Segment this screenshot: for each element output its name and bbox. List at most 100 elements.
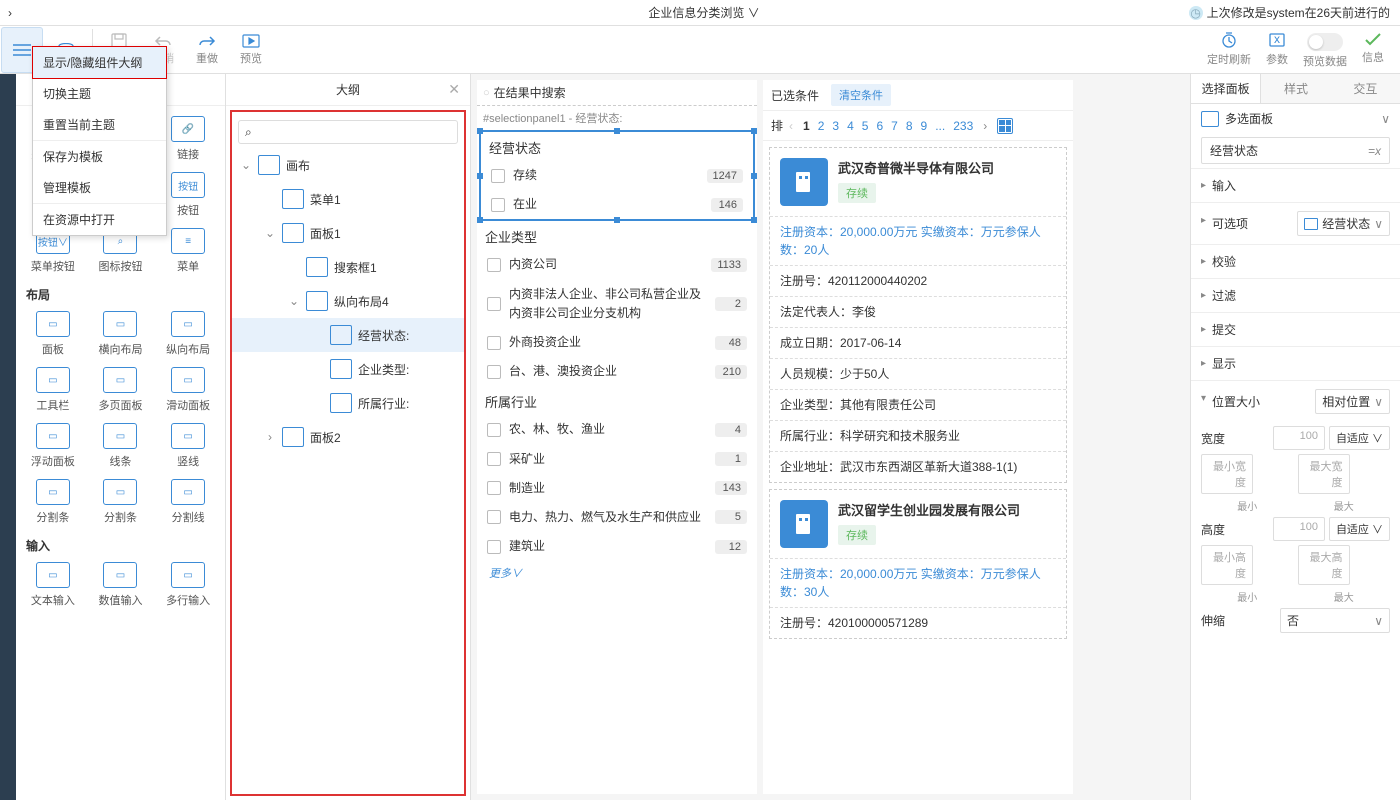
min-width-input[interactable]: 最小宽度	[1201, 454, 1253, 494]
section-options[interactable]: 可选项	[1212, 215, 1248, 232]
component-item[interactable]: ▭横向布局	[88, 307, 154, 361]
redo-button[interactable]: 重做	[186, 27, 228, 73]
page-number[interactable]: 5	[858, 117, 873, 135]
page-number[interactable]: 7	[887, 117, 902, 135]
stretch-select[interactable]: 否∨	[1280, 608, 1390, 633]
info-button[interactable]: 信息	[1350, 27, 1396, 71]
height-input[interactable]: 100	[1273, 517, 1325, 541]
dd-switch-theme[interactable]: 切换主题	[33, 78, 166, 109]
component-item[interactable]: ▭分割条	[88, 475, 154, 529]
tree-item[interactable]: 菜单1	[232, 182, 464, 216]
filter-option[interactable]: 电力、热力、燃气及水生产和供应业5	[477, 503, 757, 532]
position-mode-select[interactable]: 相对位置 ∨	[1315, 389, 1390, 414]
component-item[interactable]: ▭多行输入	[155, 558, 221, 612]
preview-data-toggle[interactable]: 预览数据	[1302, 27, 1348, 71]
tree-item[interactable]: ›面板2	[232, 420, 464, 454]
filter-option[interactable]: 内资公司1133	[477, 250, 757, 279]
max-width-input[interactable]: 最大宽度	[1298, 454, 1350, 494]
component-item[interactable]: ▭文本输入	[20, 558, 86, 612]
filter-option[interactable]: 建筑业12	[477, 532, 757, 561]
chevron-down-icon[interactable]: ∨	[1381, 112, 1390, 126]
page-prev[interactable]: ‹	[789, 119, 793, 133]
filter-option[interactable]: 存续1247	[481, 161, 753, 190]
filter-option[interactable]: 内资非法人企业、非公司私营企业及内资非公司企业分支机构2	[477, 280, 757, 328]
height-mode[interactable]: 自适应 ∨	[1329, 517, 1390, 541]
tree-item[interactable]: 企业类型:	[232, 352, 464, 386]
page-number[interactable]: 8	[902, 117, 917, 135]
page-number[interactable]: 6	[872, 117, 887, 135]
section-input[interactable]: 输入	[1212, 177, 1236, 194]
card-field: 注册号：420100000571289	[770, 607, 1066, 638]
page-number[interactable]: 3	[828, 117, 843, 135]
component-item[interactable]: ▭面板	[20, 307, 86, 361]
grid-view-icon[interactable]	[997, 118, 1013, 134]
page-number[interactable]: 2	[814, 117, 829, 135]
tab-select-panel[interactable]: 选择面板	[1191, 74, 1261, 103]
properties-panel: 选择面板 样式 交互 多选面板 ∨ 经营状态=x ▸输入 ▸可选项 经营状态 ∨…	[1190, 74, 1400, 800]
section-filter[interactable]: 过滤	[1212, 287, 1236, 304]
params-button[interactable]: x参数	[1254, 27, 1300, 71]
filter-option[interactable]: 农、林、牧、渔业4	[477, 415, 757, 444]
tree-item[interactable]: ⌄画布	[232, 148, 464, 182]
width-input[interactable]: 100	[1273, 426, 1325, 450]
component-item[interactable]: ▭分割条	[20, 475, 86, 529]
outline-panel: 大纲 ✕ ⌕ ⌄画布菜单1⌄面板1搜索框1⌄纵向布局4经营状态:企业类型:所属行…	[226, 74, 471, 800]
canvas-search[interactable]: ○ 在结果中搜索	[477, 80, 757, 106]
close-icon[interactable]: ✕	[448, 81, 460, 98]
tree-item[interactable]: ⌄面板1	[232, 216, 464, 250]
options-field-select[interactable]: 经营状态 ∨	[1297, 211, 1390, 236]
component-item[interactable]: ▭纵向布局	[155, 307, 221, 361]
group-title: 经营状态	[481, 132, 753, 161]
component-item[interactable]: ▭线条	[88, 419, 154, 473]
outline-search[interactable]: ⌕	[238, 120, 458, 144]
tree-item[interactable]: 经营状态:	[232, 318, 464, 352]
filter-option[interactable]: 外商投资企业48	[477, 328, 757, 357]
tab-style[interactable]: 样式	[1261, 74, 1330, 103]
filter-option[interactable]: 采矿业1	[477, 445, 757, 474]
clock-icon: ◷	[1189, 6, 1203, 20]
tree-item[interactable]: ⌄纵向布局4	[232, 284, 464, 318]
component-item[interactable]: ▭工具栏	[20, 363, 86, 417]
page-next[interactable]: ›	[983, 119, 987, 133]
dd-reset-theme[interactable]: 重置当前主题	[33, 109, 166, 140]
section-position[interactable]: 位置大小	[1212, 393, 1260, 410]
view-dropdown: 显示/隐藏组件大纲 切换主题 重置当前主题 保存为模板 管理模板 在资源中打开	[32, 46, 167, 236]
chevron-right-icon[interactable]: ›	[8, 6, 12, 20]
component-item[interactable]: ▭竖线	[155, 419, 221, 473]
company-name[interactable]: 武汉奇普微半导体有限公司	[838, 158, 994, 177]
page-number[interactable]: 233	[949, 117, 977, 135]
tree-item[interactable]: 所属行业:	[232, 386, 464, 420]
page-number[interactable]: 1	[799, 117, 814, 135]
tree-item[interactable]: 搜索框1	[232, 250, 464, 284]
dd-toggle-outline[interactable]: 显示/隐藏组件大纲	[32, 46, 167, 79]
more-link[interactable]: 更多∨	[477, 561, 757, 585]
company-name[interactable]: 武汉留学生创业园发展有限公司	[838, 500, 1020, 519]
page-number[interactable]: 9	[917, 117, 932, 135]
dd-manage-template[interactable]: 管理模板	[33, 172, 166, 203]
component-item[interactable]: ▭滑动面板	[155, 363, 221, 417]
section-submit[interactable]: 提交	[1212, 321, 1236, 338]
dd-open-resource[interactable]: 在资源中打开	[33, 204, 166, 235]
page-title[interactable]: 企业信息分类浏览 ∨	[16, 4, 1392, 21]
filter-option[interactable]: 制造业143	[477, 474, 757, 503]
timer-refresh-button[interactable]: 定时刷新	[1206, 27, 1252, 71]
page-number[interactable]: 4	[843, 117, 858, 135]
min-height-input[interactable]: 最小高度	[1201, 545, 1253, 585]
component-item[interactable]: ▭浮动面板	[20, 419, 86, 473]
left-rail[interactable]	[0, 74, 16, 800]
filter-option[interactable]: 在业146	[481, 190, 753, 219]
section-validate[interactable]: 校验	[1212, 253, 1236, 270]
preview-button[interactable]: 预览	[230, 27, 272, 73]
component-item[interactable]: ▭多页面板	[88, 363, 154, 417]
fx-field[interactable]: 经营状态=x	[1201, 137, 1390, 164]
dd-save-template[interactable]: 保存为模板	[33, 141, 166, 172]
tab-interact[interactable]: 交互	[1331, 74, 1400, 103]
page-number[interactable]: ...	[931, 117, 949, 135]
component-item[interactable]: ▭分割线	[155, 475, 221, 529]
section-display[interactable]: 显示	[1212, 355, 1236, 372]
max-height-input[interactable]: 最大高度	[1298, 545, 1350, 585]
filter-option[interactable]: 台、港、澳投资企业210	[477, 357, 757, 386]
component-item[interactable]: ▭数值输入	[88, 558, 154, 612]
clear-conditions-button[interactable]: 清空条件	[831, 84, 891, 106]
width-mode[interactable]: 自适应 ∨	[1329, 426, 1390, 450]
